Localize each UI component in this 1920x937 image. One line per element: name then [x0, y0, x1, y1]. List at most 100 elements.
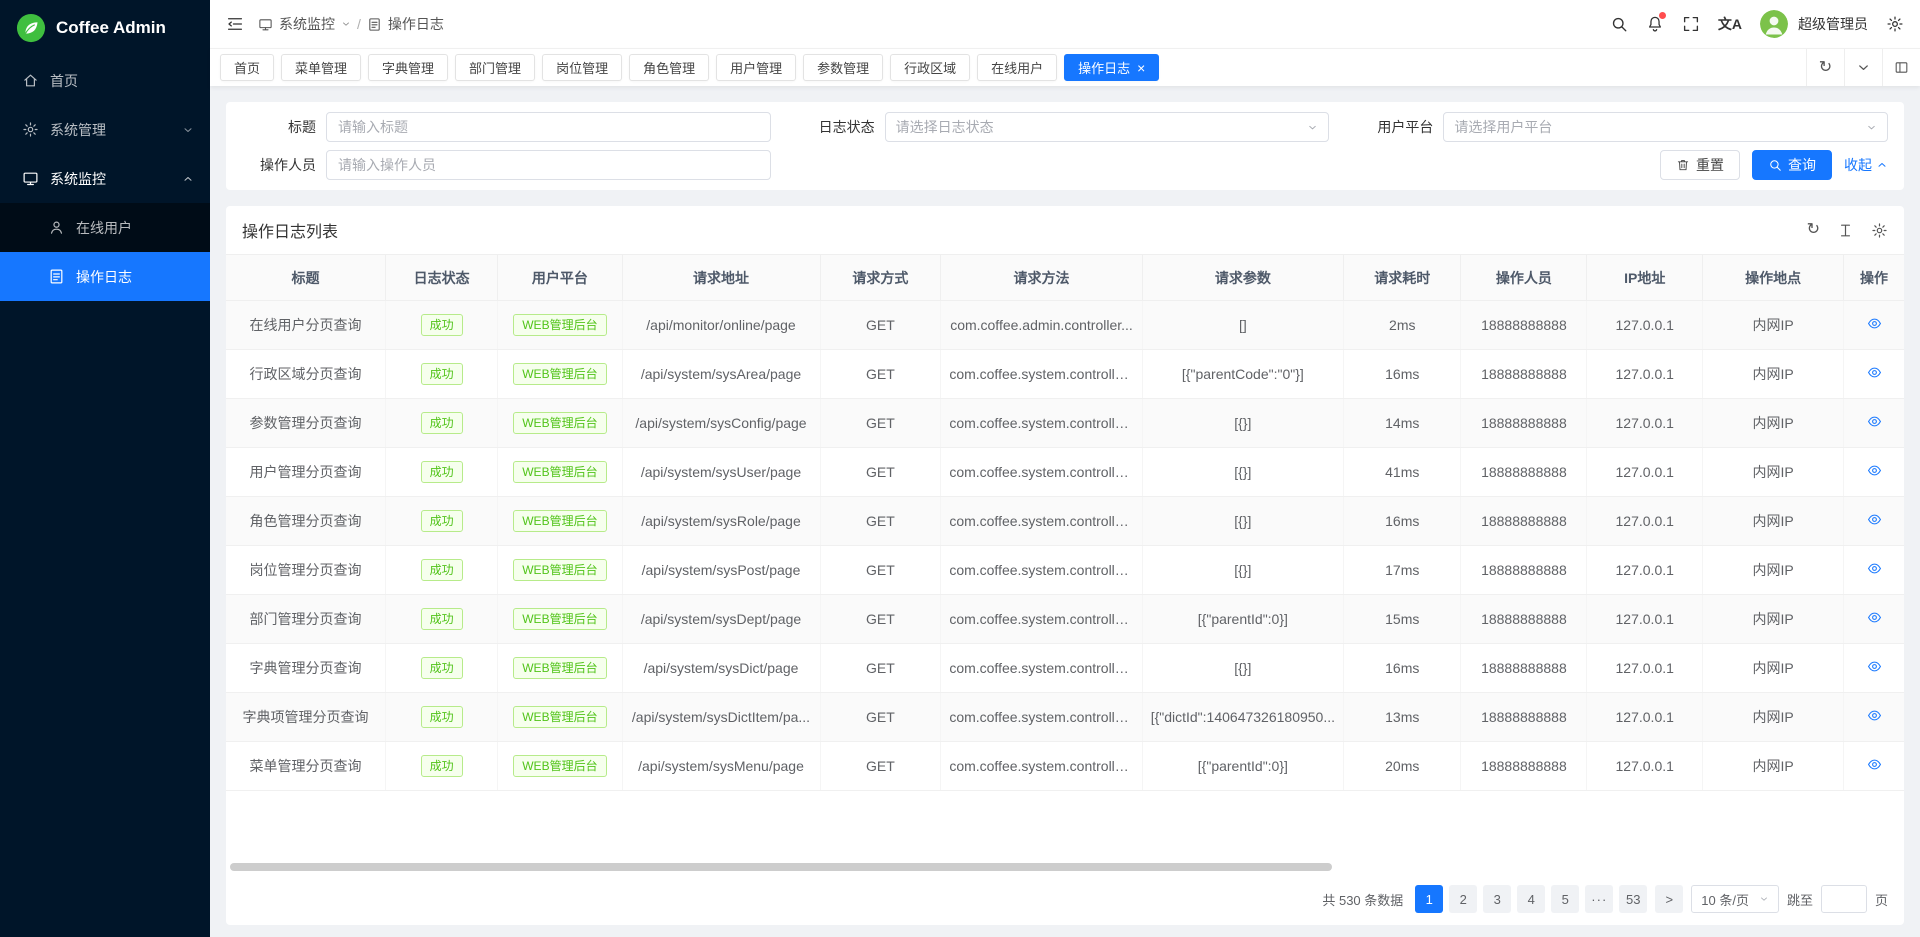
view-detail-button[interactable] — [1864, 757, 1884, 773]
column-settings-gear-icon[interactable] — [1871, 222, 1888, 239]
view-detail-button[interactable] — [1864, 659, 1884, 675]
next-page-button[interactable]: > — [1655, 885, 1683, 913]
tab[interactable]: 在线用户 — [977, 54, 1057, 81]
column-header[interactable]: IP地址 — [1587, 255, 1703, 301]
trash-icon — [1676, 158, 1690, 172]
cell-platform: WEB管理后台 — [498, 399, 622, 448]
column-header[interactable]: 请求地址 — [622, 255, 820, 301]
logo[interactable]: Coffee Admin — [0, 0, 210, 56]
reset-button[interactable]: 重置 — [1660, 150, 1740, 180]
sidebar-item-system-monitor[interactable]: 系统监控 — [0, 154, 210, 203]
page-button[interactable]: 53 — [1619, 885, 1647, 913]
tab-options-button[interactable] — [1844, 49, 1882, 86]
view-detail-button[interactable] — [1864, 365, 1884, 381]
status-select[interactable]: 请选择日志状态 — [885, 112, 1330, 142]
cell-operator: 18888888888 — [1461, 497, 1587, 546]
translate-icon[interactable]: 文A — [1718, 17, 1742, 31]
close-icon[interactable]: × — [1137, 61, 1145, 75]
horizontal-scrollbar[interactable] — [230, 863, 1332, 871]
view-detail-button[interactable] — [1864, 708, 1884, 724]
collapse-filter-link[interactable]: 收起 — [1844, 155, 1888, 175]
column-header[interactable]: 操作地点 — [1703, 255, 1844, 301]
cell-operator: 18888888888 — [1461, 399, 1587, 448]
view-detail-button[interactable] — [1864, 610, 1884, 626]
avatar[interactable] — [1760, 10, 1788, 38]
tab[interactable]: 首页 — [220, 54, 274, 81]
cell-ip: 127.0.0.1 — [1587, 399, 1703, 448]
sidebar-item-online-users[interactable]: 在线用户 — [0, 203, 210, 252]
tab-bar: 首页 菜单管理 字典管理 部门管理 — [210, 48, 1920, 86]
cell-location: 内网IP — [1703, 350, 1844, 399]
filter-actions: 重置 查询 收起 — [801, 150, 1888, 180]
cell-params: [{"parentId":0}] — [1142, 742, 1343, 791]
column-header[interactable]: 标题 — [226, 255, 385, 301]
sidebar-item-system-mgmt[interactable]: 系统管理 — [0, 105, 210, 154]
column-header[interactable]: 请求方法 — [941, 255, 1142, 301]
fullscreen-icon[interactable] — [1682, 15, 1700, 33]
column-height-icon[interactable] — [1837, 222, 1854, 239]
collapse-sidebar-icon[interactable] — [226, 15, 244, 33]
log-icon — [48, 268, 65, 285]
page-button[interactable]: 1 — [1415, 885, 1443, 913]
settings-gear-icon[interactable] — [1886, 15, 1904, 33]
tab[interactable]: 操作日志 × — [1064, 54, 1159, 81]
page-button[interactable]: 2 — [1449, 885, 1477, 913]
view-detail-button[interactable] — [1864, 316, 1884, 332]
cell-url: /api/system/sysRole/page — [622, 497, 820, 546]
column-header[interactable]: 请求耗时 — [1344, 255, 1461, 301]
view-detail-button[interactable] — [1864, 512, 1884, 528]
cell-params: [{}] — [1142, 448, 1343, 497]
sidebar-item-label: 操作日志 — [76, 267, 132, 287]
page-button[interactable]: 5 — [1551, 885, 1579, 913]
sidebar-item-home[interactable]: 首页 — [0, 56, 210, 105]
cell-status: 成功 — [385, 448, 497, 497]
breadcrumb-parent[interactable]: 系统监控 — [279, 14, 335, 34]
view-detail-button[interactable] — [1864, 463, 1884, 479]
tab[interactable]: 岗位管理 — [542, 54, 622, 81]
page-button[interactable]: 3 — [1483, 885, 1511, 913]
notification-bell[interactable] — [1646, 15, 1664, 33]
column-header[interactable]: 用户平台 — [498, 255, 622, 301]
tab[interactable]: 用户管理 — [716, 54, 796, 81]
chevron-down-icon — [1307, 122, 1318, 133]
page-button[interactable]: ··· — [1585, 885, 1613, 913]
tab[interactable]: 角色管理 — [629, 54, 709, 81]
page-size-select[interactable]: 10 条/页 — [1691, 885, 1779, 913]
column-header[interactable]: 日志状态 — [385, 255, 497, 301]
operator-input[interactable] — [326, 150, 771, 180]
chevron-down-icon[interactable] — [341, 19, 351, 29]
cell-params: [{}] — [1142, 644, 1343, 693]
user-icon — [48, 219, 65, 236]
tab[interactable]: 部门管理 — [455, 54, 535, 81]
home-icon — [22, 72, 39, 89]
platform-select[interactable]: 请选择用户平台 — [1443, 112, 1888, 142]
search-icon[interactable] — [1610, 15, 1628, 33]
title-input[interactable] — [326, 112, 771, 142]
refresh-tabs-button[interactable]: ↻ — [1806, 49, 1844, 86]
column-header[interactable]: 操作人员 — [1461, 255, 1587, 301]
page-button[interactable]: 4 — [1517, 885, 1545, 913]
jump-page-input[interactable] — [1821, 885, 1867, 913]
sidebar-item-operation-log[interactable]: 操作日志 — [0, 252, 210, 301]
refresh-icon[interactable]: ↻ — [1807, 222, 1820, 238]
page-content: 标题 日志状态 请选择日志状态 用户平台 请选择用户平台 — [210, 86, 1920, 937]
tab[interactable]: 菜单管理 — [281, 54, 361, 81]
cell-params: [{}] — [1142, 546, 1343, 595]
view-detail-button[interactable] — [1864, 561, 1884, 577]
tab[interactable]: 字典管理 — [368, 54, 448, 81]
platform-badge: WEB管理后台 — [513, 363, 606, 385]
column-header[interactable]: 请求参数 — [1142, 255, 1343, 301]
cell-url: /api/system/sysUser/page — [622, 448, 820, 497]
search-button[interactable]: 查询 — [1752, 150, 1832, 180]
tab-list: 首页 菜单管理 字典管理 部门管理 — [220, 54, 1806, 81]
column-header[interactable]: 操作 — [1844, 255, 1904, 301]
sidebar-menu: 首页 系统管理 系统监控 在线用户 操作日志 — [0, 56, 210, 301]
cell-title: 字典项管理分页查询 — [226, 693, 385, 742]
tab[interactable]: 参数管理 — [803, 54, 883, 81]
user-name[interactable]: 超级管理员 — [1798, 14, 1868, 34]
layout-toggle-button[interactable] — [1882, 49, 1920, 86]
operation-log-table: 标题日志状态用户平台请求地址请求方式请求方法请求参数请求耗时操作人员IP地址操作… — [226, 254, 1904, 791]
tab[interactable]: 行政区域 — [890, 54, 970, 81]
column-header[interactable]: 请求方式 — [820, 255, 941, 301]
view-detail-button[interactable] — [1864, 414, 1884, 430]
